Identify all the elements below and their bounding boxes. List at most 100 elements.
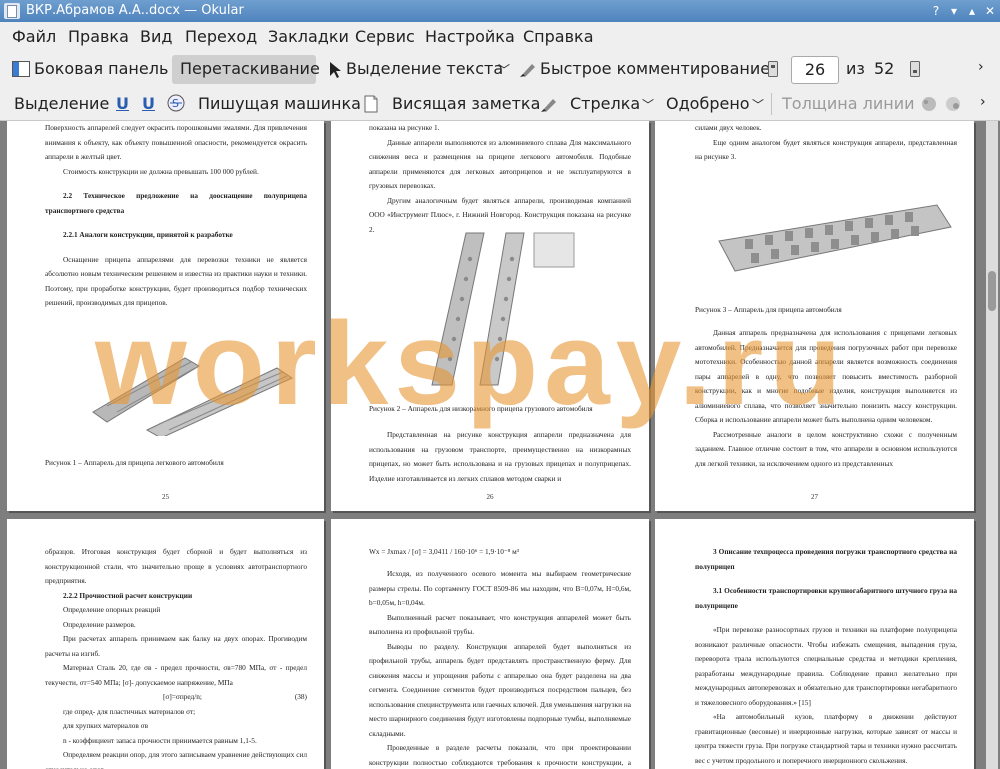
menu-file[interactable]: Файл: [12, 27, 56, 46]
page-27-text-after: Данная аппарель предназначена для исполь…: [695, 326, 957, 471]
window-title: ВКР.Абрамов А.А..docx — Okular: [26, 3, 244, 18]
paragraph: «При перевозке разносортных грузов и тех…: [695, 625, 957, 707]
figure-3-ramp-image: [718, 204, 952, 272]
menu-tools[interactable]: Сервис: [355, 27, 415, 46]
select-annotation-button[interactable]: Выделение: [14, 94, 109, 113]
title-bar: ВКР.Абрамов А.А..docx — Okular ? ▾ ▴ ✕: [0, 0, 1000, 22]
color-icon[interactable]: [920, 95, 938, 113]
figure-1-ramp-image: [92, 357, 294, 436]
paragraph: Проведенные в разделе расчеты показали, …: [369, 743, 631, 767]
page-30-text: 3 Описание техпроцесса проведения погруз…: [695, 545, 957, 768]
paragraph: Исходя, из полученного осевого момента м…: [369, 569, 631, 607]
section-heading: 2.2 Техническое предложение на дооснащен…: [45, 191, 307, 215]
paragraph: Представленная на рисунке конструкция ап…: [369, 430, 631, 483]
page-27: силами двух человек. Еще одним аналогом …: [655, 121, 974, 511]
paragraph: силами двух человек.: [695, 123, 762, 132]
subsection-heading: 3.1 Особенности транспортировки крупнога…: [695, 586, 957, 610]
opacity-icon[interactable]: [944, 95, 962, 113]
paragraph: Стоимость конструкции не должна превышат…: [63, 166, 259, 176]
line-width-button[interactable]: Толщина линии: [782, 94, 915, 113]
typewriter-button[interactable]: Пишущая машинка: [198, 94, 361, 113]
page-26-text: показана на рисунке 1. Данные аппарели в…: [369, 121, 631, 237]
underline-icon[interactable]: U: [116, 94, 129, 113]
page-28-text: образцов. Итоговая конструкция будет сбо…: [45, 545, 307, 769]
squiggly-underline-icon[interactable]: U: [142, 94, 155, 113]
note-icon[interactable]: [364, 95, 378, 113]
annotation-toolbar: Выделение U U S Пишущая машинка Висящая …: [0, 87, 1000, 121]
paragraph: для хрупких материалов σв: [63, 721, 149, 730]
sidebar-button[interactable]: Боковая панель: [34, 59, 168, 78]
paragraph: Данные аппарели выполняются из алюминиев…: [369, 137, 631, 191]
quick-comment-button[interactable]: Быстрое комментирование: [540, 59, 770, 78]
page-29: Wx = Jxmax / [σ] = 3,0411 / 160·10⁶ = 1,…: [331, 519, 649, 769]
formula-number: (38): [294, 692, 307, 701]
close-icon[interactable]: ✕: [982, 3, 998, 19]
help-icon[interactable]: ?: [928, 3, 944, 19]
paragraph: Выполненный расчет показывает, что конст…: [369, 612, 631, 637]
maximize-icon[interactable]: ▴: [964, 3, 980, 19]
page-29-text: Исходя, из полученного осевого момента м…: [369, 567, 631, 769]
page-number: 25: [162, 493, 169, 501]
scrollbar-thumb[interactable]: [988, 271, 996, 311]
chevron-down-icon[interactable]: ﹀: [642, 96, 654, 113]
paragraph: Выводы по разделу. Конструкция аппарелей…: [369, 641, 631, 738]
page-number-input[interactable]: 26: [791, 56, 839, 84]
formula: Wx = Jxmax / [σ] = 3,0411 / 160·10⁶ = 1,…: [369, 547, 519, 556]
text-cursor-icon[interactable]: [328, 61, 342, 79]
minimize-icon[interactable]: ▾: [946, 3, 962, 19]
strikeout-icon[interactable]: S: [167, 94, 185, 112]
subsection-heading: 2.2.1 Аналоги конструкции, принятой к ра…: [63, 230, 233, 239]
paragraph: n - коэффициент запаса прочности принима…: [63, 735, 257, 745]
menu-go[interactable]: Переход: [185, 27, 257, 46]
figure-2-caption: Рисунок 2 – Аппарель для низкорамного пр…: [369, 404, 593, 413]
chevron-down-icon[interactable]: ﹀: [752, 96, 764, 113]
menu-view[interactable]: Вид: [140, 27, 172, 46]
menu-bookmarks[interactable]: Закладки: [268, 27, 349, 46]
paragraph: «На автомобильный кузов, платформу в дви…: [695, 712, 957, 765]
next-page-icon[interactable]: [910, 61, 920, 77]
figure-1-caption: Рисунок 1 – Аппарель для прицепа легково…: [45, 458, 224, 467]
page-of-label: из: [846, 59, 865, 78]
document-view[interactable]: Поверхность аппарелей следует окрасить п…: [0, 121, 1000, 769]
chevron-down-icon[interactable]: ﹀: [498, 61, 510, 78]
page-number: 27: [811, 493, 818, 501]
arrow-pen-icon[interactable]: [540, 95, 558, 113]
paragraph: Определение опорных реакций: [63, 605, 161, 614]
vertical-scrollbar[interactable]: [986, 121, 998, 769]
okular-app-icon: [4, 3, 20, 19]
subsection-heading: 2.2.2 Прочностной расчет конструкции: [63, 590, 193, 600]
paragraph: показана на рисунке 1.: [369, 123, 440, 132]
text-select-button[interactable]: Выделение текста: [346, 59, 503, 78]
menu-edit[interactable]: Правка: [68, 27, 129, 46]
formula-line: [σ]=σпред/n; (38): [45, 690, 307, 705]
formula: [σ]=σпред/n;: [163, 692, 202, 701]
page-25-text: Поверхность аппарелей следует окрасить п…: [45, 121, 307, 311]
page-number: 26: [486, 493, 494, 501]
section-heading: 3 Описание техпроцесса проведения погруз…: [695, 547, 957, 571]
popup-note-button[interactable]: Висящая заметка: [392, 94, 540, 113]
paragraph: образцов. Итоговая конструкция будет сбо…: [45, 547, 307, 585]
menu-help[interactable]: Справка: [523, 27, 594, 46]
main-toolbar: Боковая панель Перетаскивание Выделение …: [0, 52, 1000, 87]
menu-bar: Файл Правка Вид Переход Закладки Сервис …: [0, 22, 1000, 52]
highlighter-icon[interactable]: [519, 60, 537, 78]
paragraph: Определяем реакции опор, для этого запис…: [45, 750, 307, 769]
toolbar-overflow-icon[interactable]: ›: [980, 94, 986, 110]
arrow-button[interactable]: Стрелка: [570, 94, 640, 113]
stamp-approved-button[interactable]: Одобрено: [666, 94, 750, 113]
paragraph: Определение размеров.: [63, 619, 136, 629]
paragraph: Данная аппарель предназначена для исполь…: [695, 328, 957, 424]
sidebar-icon[interactable]: [12, 61, 30, 77]
toolbar-separator: [771, 93, 772, 115]
page-27-text: силами двух человек. Еще одним аналогом …: [695, 121, 957, 165]
toolbar-overflow-icon[interactable]: ›: [978, 59, 984, 75]
paragraph: Материал Сталь 20, где σв - предел прочн…: [45, 663, 307, 687]
menu-settings[interactable]: Настройка: [425, 27, 515, 46]
previous-page-icon[interactable]: [768, 61, 778, 77]
paragraph: где σпред- для пластичных материалов σт;: [63, 706, 196, 716]
paragraph: Еще одним аналогом будет являться констр…: [695, 137, 957, 162]
paragraph: Рассмотренные аналоги в целом конструкти…: [695, 429, 957, 468]
page-30: 3 Описание техпроцесса проведения погруз…: [655, 519, 974, 769]
drag-tool-button[interactable]: Перетаскивание: [180, 59, 320, 78]
paragraph: Оснащение прицепа аппарелями для перевоз…: [45, 254, 307, 308]
